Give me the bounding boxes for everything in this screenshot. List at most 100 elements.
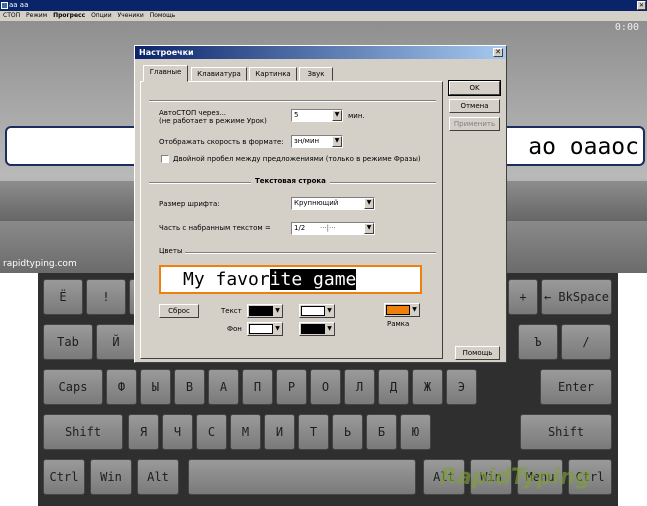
font-size-select[interactable]: Крупнющий ▼	[291, 197, 375, 210]
key-м[interactable]: М	[230, 414, 261, 450]
background-color-label: Фон	[227, 325, 242, 333]
tab-picture[interactable]: Картинка	[249, 67, 297, 81]
chevron-down-icon[interactable]: ▼	[364, 198, 374, 209]
key-slash[interactable]: /	[561, 324, 611, 360]
key-б[interactable]: Б	[366, 414, 397, 450]
help-button[interactable]: Помощь	[455, 346, 500, 360]
dialog-close-icon[interactable]: ✕	[493, 48, 503, 57]
typed-part-ruler-icon: ···|···	[320, 224, 336, 232]
key-я[interactable]: Я	[128, 414, 159, 450]
double-space-label: Двойной пробел между предложениями (толь…	[173, 155, 421, 163]
key-1[interactable]: !	[86, 279, 126, 315]
speed-format-select[interactable]: зн/мин ▼	[291, 135, 343, 148]
ok-button[interactable]: OK	[448, 80, 501, 96]
text-rest-color-picker[interactable]: ▼	[299, 304, 335, 318]
window-title: аа аа	[9, 1, 29, 9]
colors-label: Цветы	[159, 247, 183, 255]
key-ж[interactable]: Ж	[412, 369, 443, 405]
key-о[interactable]: О	[310, 369, 341, 405]
speed-format-value: зн/мин	[294, 137, 320, 145]
bg-rest-color-picker[interactable]: ▼	[299, 322, 335, 336]
key-space[interactable]	[188, 459, 416, 495]
key-п[interactable]: П	[242, 369, 273, 405]
key-в[interactable]: В	[174, 369, 205, 405]
window-titlebar: аа аа ✕	[0, 0, 647, 11]
frame-color-label: Рамка	[387, 320, 410, 328]
timer: 0:00	[614, 22, 639, 33]
brand-url: rapidtyping.com	[3, 259, 77, 269]
key-ctrl-left[interactable]: Ctrl	[43, 459, 85, 495]
settings-dialog: Настроечки ✕ Главные Клавиатура Картинка…	[134, 45, 507, 363]
bg-typed-swatch	[249, 324, 273, 334]
chevron-down-icon[interactable]: ▼	[411, 305, 418, 315]
key-ь[interactable]: Ь	[332, 414, 363, 450]
tab-keyboard[interactable]: Клавиатура	[191, 67, 247, 81]
dialog-title: Настроечки	[135, 46, 506, 59]
tab-sound[interactable]: Звук	[299, 67, 333, 81]
frame-swatch	[386, 305, 410, 315]
menu-mode[interactable]: Режим	[26, 12, 47, 19]
key-д[interactable]: Д	[378, 369, 409, 405]
key-с[interactable]: С	[196, 414, 227, 450]
key-э[interactable]: Э	[446, 369, 477, 405]
key-и[interactable]: И	[264, 414, 295, 450]
key-shift-right[interactable]: Shift	[520, 414, 612, 450]
text-typed-color-picker[interactable]: ▼	[247, 304, 283, 318]
frame-color-picker[interactable]: ▼	[384, 303, 420, 317]
text-rest-swatch	[301, 306, 325, 316]
menu-students[interactable]: Ученики	[118, 12, 144, 19]
cancel-button[interactable]: Отмена	[449, 99, 500, 113]
chevron-down-icon[interactable]: ▼	[274, 324, 281, 334]
key-т[interactable]: Т	[298, 414, 329, 450]
typed-part-value: 1/2	[294, 224, 306, 232]
autostop-label: АвтоСТОП через...	[159, 109, 227, 117]
chevron-down-icon[interactable]: ▼	[332, 110, 342, 121]
key-shift-left[interactable]: Shift	[43, 414, 123, 450]
key-л[interactable]: Л	[344, 369, 375, 405]
key-ы[interactable]: Ы	[140, 369, 171, 405]
key-alt-left[interactable]: Alt	[137, 459, 179, 495]
key-enter[interactable]: Enter	[540, 369, 612, 405]
key-ю[interactable]: Ю	[400, 414, 431, 450]
key-ч[interactable]: Ч	[162, 414, 193, 450]
bg-typed-color-picker[interactable]: ▼	[247, 322, 283, 336]
key-caps[interactable]: Caps	[43, 369, 103, 405]
key-ъ[interactable]: Ъ	[518, 324, 558, 360]
font-size-label: Размер шрифта:	[159, 200, 220, 208]
menu-stop[interactable]: СТОП	[3, 12, 20, 19]
chevron-down-icon[interactable]: ▼	[274, 306, 281, 316]
chevron-down-icon[interactable]: ▼	[326, 306, 333, 316]
tab-main[interactable]: Главные	[143, 65, 188, 82]
reset-colors-button[interactable]: Сброс	[159, 304, 199, 318]
key-backspace[interactable]: ← BkSpace	[541, 279, 612, 315]
menu-help[interactable]: Помощь	[150, 12, 176, 19]
apply-button[interactable]: Применить	[449, 117, 500, 131]
menu-progress[interactable]: Прогресс	[53, 12, 85, 19]
key-tab[interactable]: Tab	[43, 324, 93, 360]
typed-part-select[interactable]: 1/2 ···|··· ▼	[291, 222, 375, 235]
key-й[interactable]: Й	[96, 324, 136, 360]
key-ф[interactable]: Ф	[106, 369, 137, 405]
speed-format-label: Отображать скорость в формате:	[159, 138, 284, 146]
chevron-down-icon[interactable]: ▼	[326, 324, 333, 334]
close-window-icon[interactable]: ✕	[637, 1, 646, 10]
key-а[interactable]: А	[208, 369, 239, 405]
color-preview: My favorite game	[159, 265, 422, 294]
key-р[interactable]: Р	[276, 369, 307, 405]
key-win-left[interactable]: Win	[90, 459, 132, 495]
autostop-note: (не работает в режиме Урок)	[159, 117, 267, 125]
text-line-header: Текстовая строка	[251, 177, 330, 185]
menu-options[interactable]: Опции	[91, 12, 112, 19]
chevron-down-icon[interactable]: ▼	[332, 136, 342, 147]
key-yo[interactable]: Ё	[43, 279, 83, 315]
text-typed-swatch	[249, 306, 273, 316]
typed-part-label: Часть с набранным текстом =	[159, 224, 271, 232]
divider	[149, 100, 436, 102]
text-color-label: Текст	[221, 307, 242, 315]
chevron-down-icon[interactable]: ▼	[364, 223, 374, 234]
bg-rest-swatch	[301, 324, 325, 334]
typing-text: ао оааос	[528, 134, 639, 160]
double-space-checkbox[interactable]	[161, 155, 169, 163]
autostop-select[interactable]: 5 ▼	[291, 109, 343, 122]
key-equals[interactable]: +	[508, 279, 538, 315]
